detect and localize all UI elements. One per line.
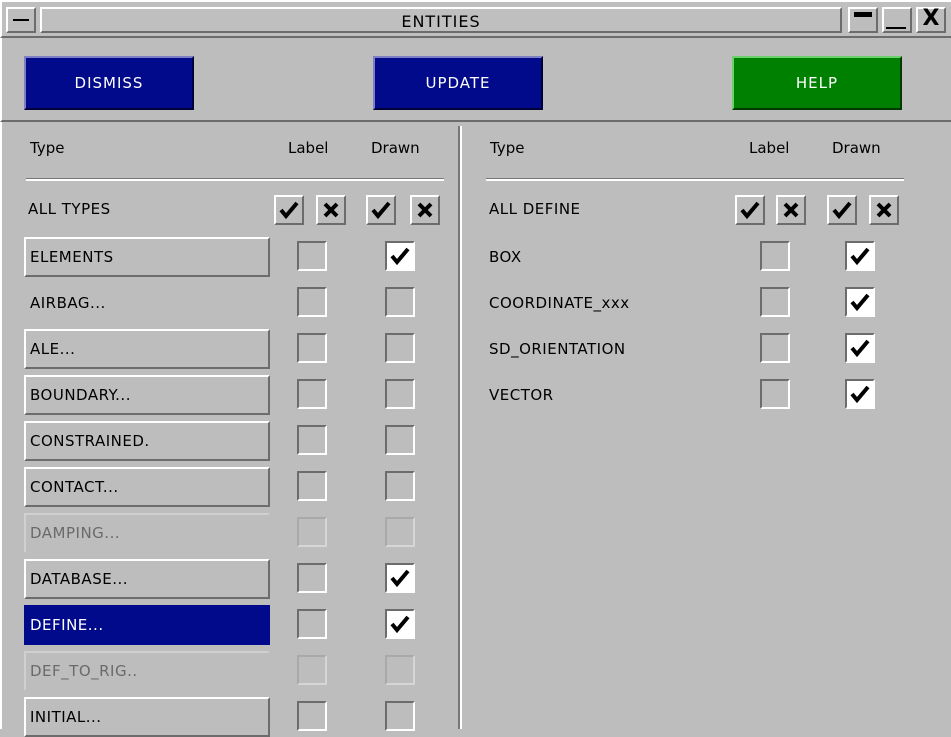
drawn-checkbox[interactable]: [385, 563, 415, 593]
all-drawn-check-icon[interactable]: [827, 195, 857, 225]
all-label-check-icon[interactable]: [274, 195, 304, 225]
define-type-label: SD_ORIENTATION: [489, 340, 626, 358]
title-bar: ENTITIES X: [0, 0, 951, 38]
label-checkbox[interactable]: [297, 333, 327, 363]
all-types-label: ALL TYPES: [28, 200, 111, 218]
right-header-rule: [486, 178, 904, 181]
entity-type-button: DAMPING...: [24, 513, 270, 553]
maximize-icon[interactable]: [882, 7, 912, 33]
entity-type-button[interactable]: CONTACT...: [24, 467, 270, 507]
all-label-cross-icon[interactable]: [316, 195, 346, 225]
dismiss-button[interactable]: DISMISS: [24, 56, 194, 110]
drawn-checkbox[interactable]: [845, 333, 875, 363]
update-button[interactable]: UPDATE: [373, 56, 543, 110]
all-label-check-icon[interactable]: [735, 195, 765, 225]
panel-divider: [458, 126, 462, 729]
left-label-header: Label: [288, 139, 329, 157]
help-button[interactable]: HELP: [732, 56, 902, 110]
all-drawn-check-icon[interactable]: [366, 195, 396, 225]
all-drawn-cross-icon[interactable]: [410, 195, 440, 225]
define-type-label: VECTOR: [489, 386, 554, 404]
entity-type-button[interactable]: BOUNDARY...: [24, 375, 270, 415]
entity-type-button[interactable]: ELEMENTS: [24, 237, 270, 277]
entity-type-button[interactable]: CONSTRAINED.: [24, 421, 270, 461]
right-type-header: Type: [490, 139, 525, 157]
label-checkbox[interactable]: [297, 471, 327, 501]
label-checkbox[interactable]: [297, 425, 327, 455]
label-checkbox[interactable]: [297, 287, 327, 317]
drawn-checkbox[interactable]: [385, 241, 415, 271]
label-checkbox[interactable]: [760, 379, 790, 409]
drawn-checkbox[interactable]: [385, 609, 415, 639]
define-type-label: COORDINATE_xxx: [489, 294, 630, 312]
right-label-header: Label: [749, 139, 790, 157]
all-label-cross-icon[interactable]: [776, 195, 806, 225]
drawn-checkbox[interactable]: [845, 287, 875, 317]
minimize-icon[interactable]: [848, 7, 878, 33]
drawn-checkbox: [385, 655, 415, 685]
label-checkbox[interactable]: [760, 333, 790, 363]
entity-type-button[interactable]: AIRBAG...: [24, 283, 270, 323]
left-header-rule: [26, 178, 444, 181]
all-drawn-cross-icon[interactable]: [869, 195, 899, 225]
label-checkbox[interactable]: [297, 563, 327, 593]
define-type-label: BOX: [489, 248, 522, 266]
left-drawn-header: Drawn: [371, 139, 420, 157]
entity-type-button[interactable]: INITIAL...: [24, 697, 270, 737]
close-icon[interactable]: X: [916, 7, 946, 33]
label-checkbox[interactable]: [297, 701, 327, 731]
drawn-checkbox[interactable]: [385, 471, 415, 501]
drawn-checkbox[interactable]: [845, 379, 875, 409]
right-drawn-header: Drawn: [832, 139, 881, 157]
entity-type-button[interactable]: DATABASE...: [24, 559, 270, 599]
left-edge: [0, 122, 2, 729]
drawn-checkbox[interactable]: [385, 701, 415, 731]
label-checkbox[interactable]: [297, 379, 327, 409]
entity-type-button: DEF_TO_RIG..: [24, 651, 270, 691]
drawn-checkbox[interactable]: [385, 333, 415, 363]
drawn-checkbox[interactable]: [385, 379, 415, 409]
label-checkbox[interactable]: [760, 241, 790, 271]
drawn-checkbox[interactable]: [385, 287, 415, 317]
window-menu-icon[interactable]: [6, 7, 36, 33]
drawn-checkbox: [385, 517, 415, 547]
label-checkbox[interactable]: [760, 287, 790, 317]
label-checkbox[interactable]: [297, 609, 327, 639]
drawn-checkbox[interactable]: [845, 241, 875, 271]
label-checkbox: [297, 517, 327, 547]
window-title: ENTITIES: [40, 7, 842, 33]
drawn-checkbox[interactable]: [385, 425, 415, 455]
left-type-header: Type: [30, 139, 65, 157]
label-checkbox: [297, 655, 327, 685]
all-define-label: ALL DEFINE: [489, 200, 581, 218]
entity-type-button[interactable]: ALE...: [24, 329, 270, 369]
label-checkbox[interactable]: [297, 241, 327, 271]
entity-type-button[interactable]: DEFINE...: [24, 605, 270, 645]
